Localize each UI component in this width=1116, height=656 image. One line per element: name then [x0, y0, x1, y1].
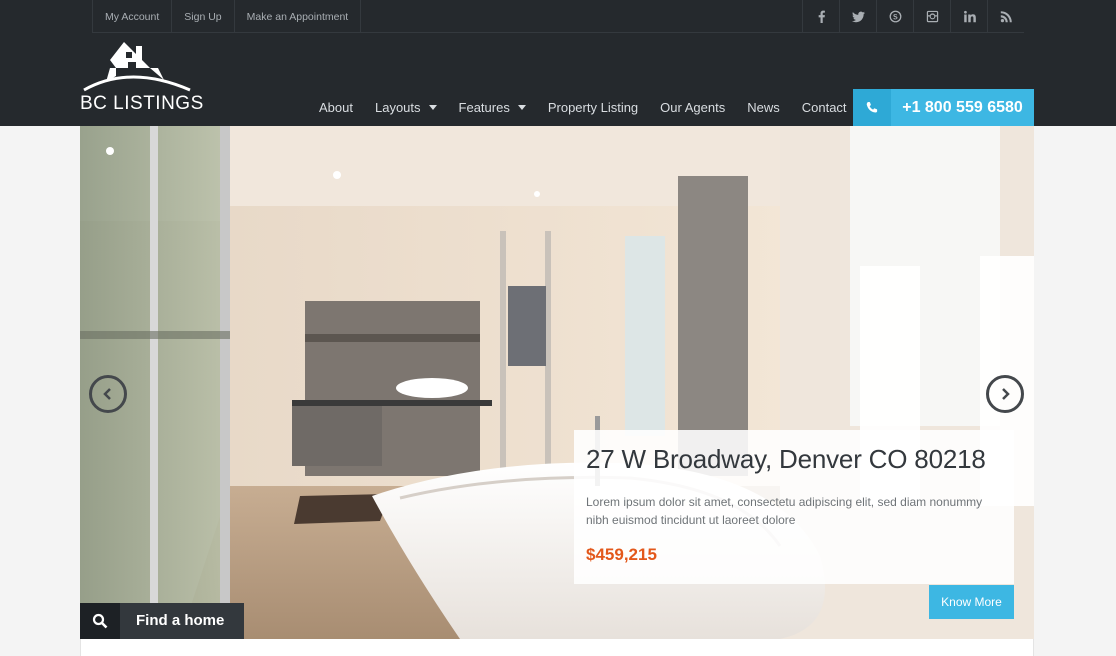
- nav-item-label: Layouts: [374, 99, 421, 115]
- social-links: [802, 0, 1024, 33]
- chevron-right-icon: [1002, 388, 1010, 400]
- nav-item-label: Property Listing: [547, 99, 639, 115]
- skype-icon[interactable]: [876, 0, 913, 33]
- nav-item-property-listing[interactable]: Property Listing: [537, 100, 649, 115]
- nav-item-label: News: [747, 99, 780, 115]
- nav-item-layouts[interactable]: Layouts: [364, 100, 448, 115]
- facebook-icon[interactable]: [802, 0, 839, 33]
- nav-item-contact[interactable]: Contact: [791, 100, 858, 115]
- instagram-icon[interactable]: [913, 0, 950, 33]
- content-area: [80, 639, 1034, 656]
- phone-number: +1 800 559 6580: [902, 99, 1023, 116]
- find-home-label: Find a home: [120, 603, 244, 639]
- nav-item-our-agents[interactable]: Our Agents: [649, 100, 736, 115]
- phone-button[interactable]: +1 800 559 6580: [853, 89, 1034, 126]
- phone-icon: [853, 89, 891, 126]
- know-more-button[interactable]: Know More: [929, 585, 1014, 619]
- nav-item-label: Features: [458, 99, 510, 115]
- twitter-icon[interactable]: [839, 0, 876, 33]
- chevron-left-icon: [103, 388, 111, 400]
- my-account-link[interactable]: My Account: [92, 0, 173, 33]
- house-logo-icon: [83, 42, 191, 92]
- slider-next-button[interactable]: [986, 375, 1024, 413]
- nav-item-label: Contact: [801, 99, 847, 115]
- search-icon: [80, 603, 120, 639]
- caret-down-icon: [517, 104, 526, 110]
- slider-prev-button[interactable]: [89, 375, 127, 413]
- listing-price: $459,215: [586, 545, 657, 564]
- nav-item-features[interactable]: Features: [448, 100, 537, 115]
- main-nav: About Layouts Features Property Listing …: [308, 89, 858, 125]
- nav-item-about[interactable]: About: [308, 100, 364, 115]
- hero-slider: Find a home 27 W Broadway, Denver CO 802…: [80, 126, 1034, 639]
- site-logo[interactable]: BC LISTINGS: [80, 38, 203, 118]
- linkedin-icon[interactable]: [950, 0, 987, 33]
- listing-caption: 27 W Broadway, Denver CO 80218 Lorem ips…: [574, 430, 1014, 584]
- make-appointment-link[interactable]: Make an Appointment: [235, 0, 362, 33]
- sign-up-link[interactable]: Sign Up: [172, 0, 235, 33]
- caret-down-icon: [428, 104, 437, 110]
- listing-description: Lorem ipsum dolor sit amet, consectetu a…: [586, 495, 983, 527]
- top-bar: My Account Sign Up Make an Appointment: [92, 0, 1024, 33]
- nav-item-label: About: [319, 99, 353, 115]
- nav-item-label: Our Agents: [660, 99, 726, 115]
- listing-title: 27 W Broadway, Denver CO 80218: [586, 444, 986, 474]
- nav-item-news[interactable]: News: [736, 100, 791, 115]
- site-header: My Account Sign Up Make an Appointment B…: [0, 0, 1116, 126]
- top-links: My Account Sign Up Make an Appointment: [92, 0, 362, 33]
- find-home-button[interactable]: Find a home: [80, 603, 244, 639]
- rss-icon[interactable]: [987, 0, 1024, 33]
- logo-text: BC LISTINGS: [80, 93, 204, 114]
